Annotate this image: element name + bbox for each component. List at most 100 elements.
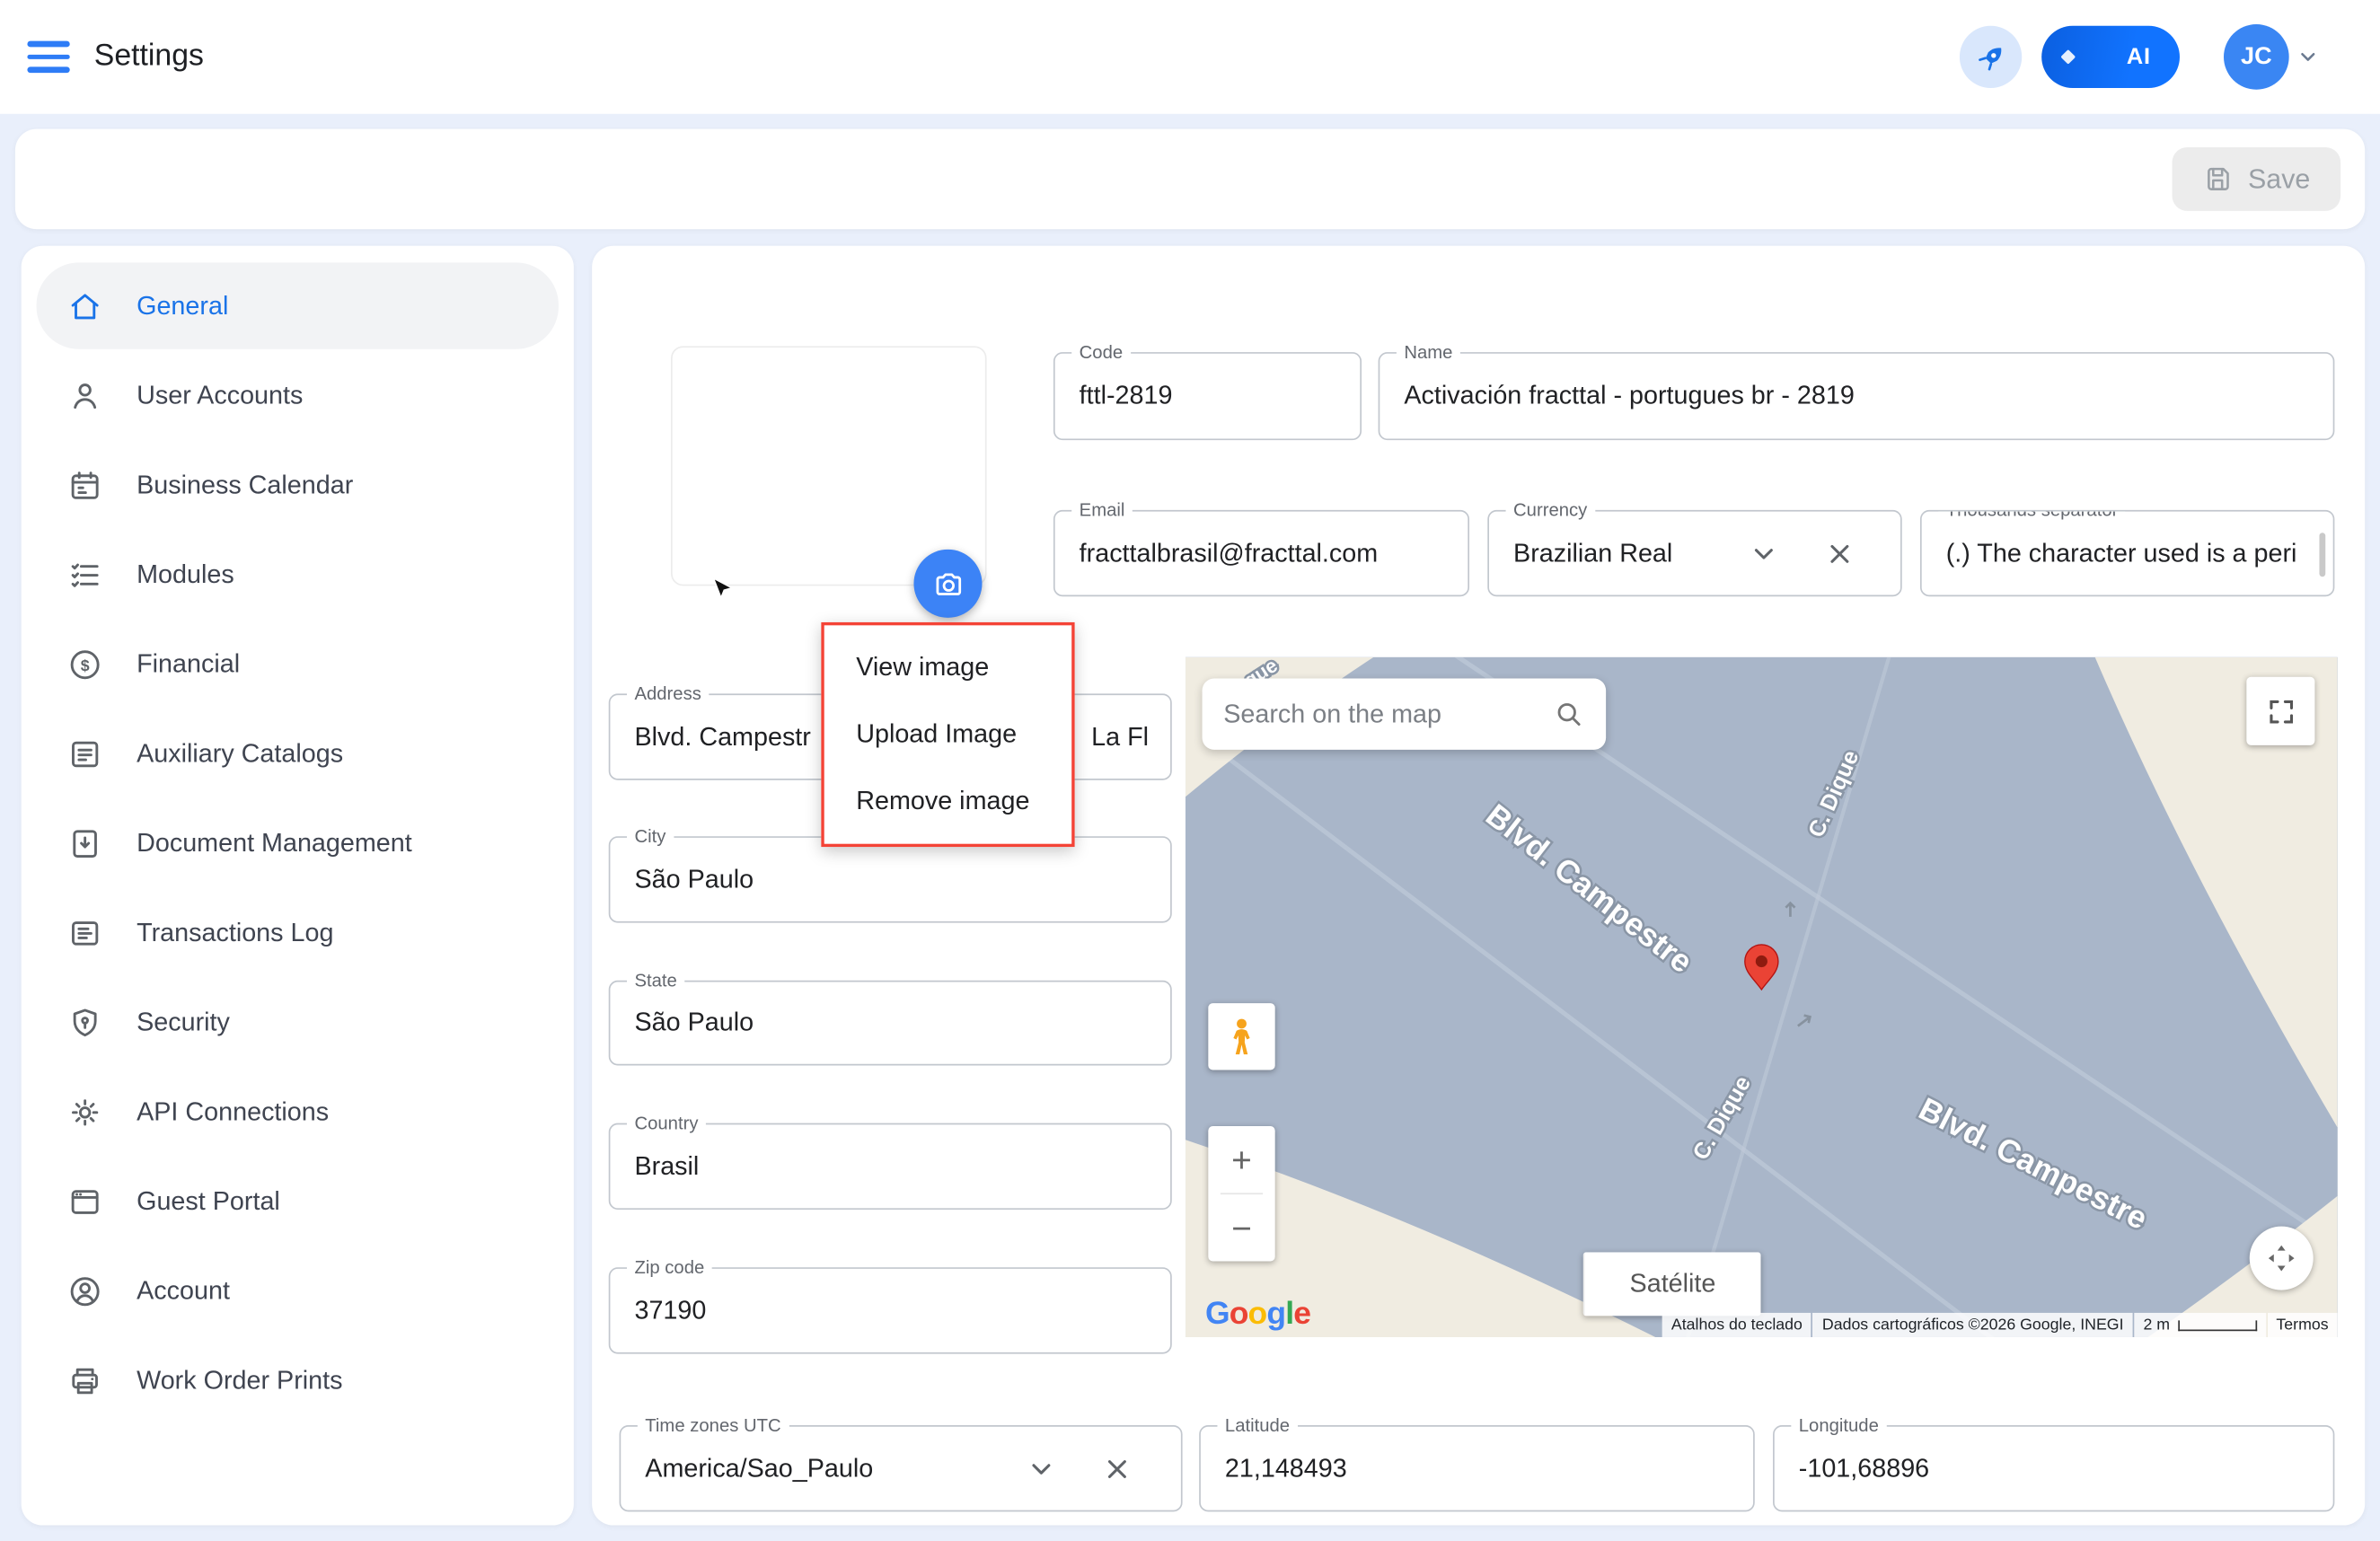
sidebar-item-user-accounts[interactable]: User Accounts xyxy=(37,352,559,438)
name-field[interactable]: Name Activación fracttal - portugues br … xyxy=(1379,352,2335,440)
sidebar-item-label: Document Management xyxy=(137,828,412,859)
map[interactable]: gue Blvd. Campestre Blvd. Campestre C. D… xyxy=(1186,657,2338,1337)
dollar-coin-icon: $ xyxy=(66,646,103,682)
ai-button-label: AI xyxy=(2127,44,2151,70)
top-bar: Settings AI JC xyxy=(0,0,2380,114)
field-value: 21,148493 xyxy=(1225,1453,1347,1484)
catalog-icon xyxy=(66,735,103,772)
map-search-input[interactable]: Search on the map xyxy=(1203,678,1607,749)
city-field[interactable]: City São Paulo xyxy=(609,836,1172,922)
map-type-satellite-button[interactable]: Satélite xyxy=(1583,1252,1761,1316)
latitude-field[interactable]: Latitude 21,148493 xyxy=(1199,1425,1755,1511)
browser-window-icon xyxy=(66,1183,103,1220)
code-field[interactable]: Code fttl-2819 xyxy=(1053,352,1362,440)
user-avatar[interactable]: JC xyxy=(2224,24,2289,90)
save-button[interactable]: Save xyxy=(2172,147,2340,211)
pegman-icon xyxy=(1225,1017,1258,1056)
sidebar-item-label: Account xyxy=(137,1276,230,1307)
chevron-down-icon[interactable] xyxy=(1749,538,1779,568)
sidebar-item-label: Financial xyxy=(137,649,240,680)
chevron-down-icon[interactable] xyxy=(1027,1453,1057,1484)
email-field[interactable]: Email fracttalbrasil@fracttal.com xyxy=(1053,510,1469,596)
field-label: Longitude xyxy=(1791,1414,1886,1436)
field-value: (.) The character used is a peri xyxy=(1946,538,2297,568)
save-button-label: Save xyxy=(2248,163,2310,195)
hamburger-menu-icon[interactable] xyxy=(27,41,69,73)
timezone-select[interactable]: Time zones UTC America/Sao_Paulo xyxy=(620,1425,1183,1511)
zoom-out-button[interactable]: − xyxy=(1208,1194,1274,1261)
keyboard-shortcuts-button[interactable]: Atalhos do teclado xyxy=(1662,1313,1811,1337)
rocket-button[interactable] xyxy=(1960,26,2022,88)
state-field[interactable]: State São Paulo xyxy=(609,981,1172,1066)
user-icon xyxy=(66,377,103,414)
calendar-icon xyxy=(66,467,103,504)
field-label: Country xyxy=(627,1113,706,1134)
sidebar-item-label: Transactions Log xyxy=(137,918,333,948)
sidebar-item-financial[interactable]: $ Financial xyxy=(37,621,559,707)
field-value: Activación fracttal - portugues br - 281… xyxy=(1404,381,1854,411)
sidebar-item-label: Security xyxy=(137,1007,230,1037)
map-data-text: Dados cartográficos ©2026 Google, INEGI xyxy=(1813,1313,2133,1337)
printer-icon xyxy=(66,1362,103,1399)
sidebar-item-account[interactable]: Account xyxy=(37,1247,559,1334)
map-attribution: Atalhos do teclado Dados cartográficos ©… xyxy=(1661,1313,2338,1337)
sidebar-item-label: Business Calendar xyxy=(137,470,353,500)
sidebar-item-label: Guest Portal xyxy=(137,1186,280,1217)
save-icon xyxy=(2202,164,2233,195)
terms-link[interactable]: Termos xyxy=(2267,1313,2337,1337)
fullscreen-button[interactable] xyxy=(2246,677,2314,745)
pegman-button[interactable] xyxy=(1208,1003,1274,1070)
general-settings-panel: Code fttl-2819 Name Activación fracttal … xyxy=(592,246,2365,1526)
ai-assistant-button[interactable]: AI xyxy=(2041,26,2180,88)
sidebar-item-guest-portal[interactable]: Guest Portal xyxy=(37,1158,559,1245)
sidebar-item-label: User Accounts xyxy=(137,380,303,410)
sidebar-item-general[interactable]: General xyxy=(37,262,559,348)
field-value: -101,68896 xyxy=(1799,1453,1929,1484)
menu-item-upload-image[interactable]: Upload Image xyxy=(824,701,1071,768)
clear-icon[interactable] xyxy=(1102,1453,1133,1484)
field-label: Currency xyxy=(1506,499,1595,521)
rocket-icon xyxy=(1972,39,2009,75)
field-value: fttl-2819 xyxy=(1080,381,1173,411)
map-canvas: gue Blvd. Campestre Blvd. Campestre C. D… xyxy=(1186,657,2338,1337)
sidebar-item-work-order-prints[interactable]: Work Order Prints xyxy=(37,1337,559,1423)
sidebar-item-transactions-log[interactable]: Transactions Log xyxy=(37,889,559,975)
field-value: America/Sao_Paulo xyxy=(645,1453,873,1484)
clear-icon[interactable] xyxy=(1825,538,1856,568)
map-type-control: Mapa Satélite xyxy=(1583,1252,1761,1316)
thousands-separator-field[interactable]: Thousands separator (.) The character us… xyxy=(1920,510,2334,596)
zoom-in-button[interactable]: + xyxy=(1208,1126,1274,1193)
sidebar-item-business-calendar[interactable]: Business Calendar xyxy=(37,442,559,528)
pan-compass-control[interactable] xyxy=(2250,1227,2314,1290)
upload-photo-button[interactable] xyxy=(913,550,982,618)
sidebar-item-security[interactable]: Security xyxy=(37,979,559,1065)
sidebar-item-auxiliary-catalogs[interactable]: Auxiliary Catalogs xyxy=(37,710,559,797)
log-icon xyxy=(66,914,103,951)
scale-bar xyxy=(2178,1320,2257,1331)
field-value: Blvd. Campestr xyxy=(634,722,810,753)
field-value: São Paulo xyxy=(634,865,754,895)
menu-item-view-image[interactable]: View image xyxy=(824,634,1071,700)
sidebar-item-label: Modules xyxy=(137,559,234,590)
sidebar-item-document-management[interactable]: Document Management xyxy=(37,800,559,886)
field-value: 37190 xyxy=(634,1296,706,1326)
avatar-chevron-down-icon[interactable] xyxy=(2296,46,2319,68)
field-scrollbar[interactable] xyxy=(2319,533,2325,577)
sidebar-item-label: General xyxy=(137,291,228,321)
country-field[interactable]: Country Brasil xyxy=(609,1123,1172,1210)
menu-item-remove-image[interactable]: Remove image xyxy=(824,768,1071,834)
field-label: Time zones UTC xyxy=(638,1414,789,1436)
currency-select[interactable]: Currency Brazilian Real xyxy=(1487,510,1901,596)
sidebar-item-modules[interactable]: Modules xyxy=(37,532,559,618)
pan-arrows-icon xyxy=(2263,1240,2300,1277)
longitude-field[interactable]: Longitude -101,68896 xyxy=(1773,1425,2334,1511)
sidebar-item-api-connections[interactable]: API Connections xyxy=(37,1069,559,1155)
sidebar-item-label: API Connections xyxy=(137,1096,329,1127)
zip-code-field[interactable]: Zip code 37190 xyxy=(609,1267,1172,1353)
action-toolbar: Save xyxy=(15,129,2365,230)
google-logo[interactable]: Google xyxy=(1205,1296,1310,1333)
search-icon[interactable] xyxy=(1555,699,1585,729)
gear-icon xyxy=(66,1094,103,1131)
field-label: Email xyxy=(1071,499,1133,521)
home-icon xyxy=(66,287,103,324)
